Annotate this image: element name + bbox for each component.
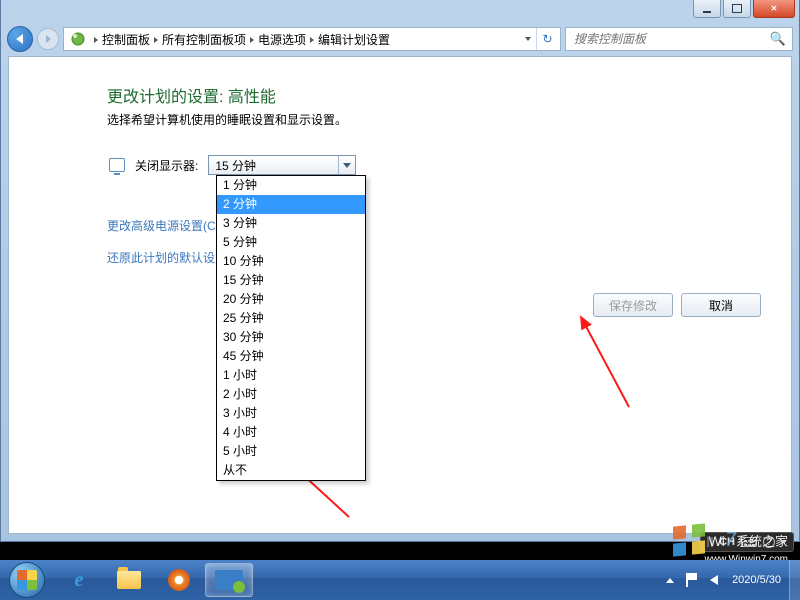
breadcrumb[interactable]: 编辑计划设置 — [318, 31, 390, 48]
turn-off-display-label: 关闭显示器: — [135, 157, 198, 174]
taskbar[interactable]: e 2020/5/30 — [0, 560, 800, 600]
dropdown-option[interactable]: 1 小时 — [217, 366, 365, 385]
navigation-row: 控制面板 所有控制面板项 电源选项 编辑计划设置 — [7, 24, 793, 54]
chevron-down-icon[interactable] — [338, 156, 355, 174]
control-panel-icon — [215, 570, 243, 590]
chevron-up-icon — [666, 578, 674, 583]
forward-button[interactable] — [37, 28, 59, 50]
dropdown-option[interactable]: 5 小时 — [217, 442, 365, 461]
chevron-right-icon[interactable] — [310, 32, 314, 46]
dialog-buttons: 保存修改 取消 — [593, 293, 761, 317]
watermark: Wi7系统之家 — [673, 524, 788, 556]
show-desktop-button[interactable] — [789, 560, 800, 600]
search-input[interactable] — [572, 31, 770, 47]
chevron-right-icon[interactable] — [250, 32, 254, 46]
page-title: 更改计划的设置: 高性能 — [107, 83, 276, 107]
monitor-icon — [109, 158, 125, 172]
watermark-text: Wi7系统之家 — [709, 529, 788, 552]
search-box[interactable] — [565, 27, 793, 51]
taskbar-explorer[interactable] — [105, 563, 153, 597]
dropdown-option[interactable]: 25 分钟 — [217, 309, 365, 328]
taskbar-media-player[interactable] — [155, 563, 203, 597]
tray-volume-icon[interactable] — [704, 560, 724, 600]
address-dropdown-button[interactable] — [520, 28, 536, 50]
back-button[interactable] — [7, 26, 33, 52]
breadcrumb[interactable]: 电源选项 — [258, 31, 306, 48]
dropdown-option[interactable]: 5 分钟 — [217, 233, 365, 252]
close-button[interactable] — [753, 0, 795, 18]
tray-date: 2020/5/30 — [732, 574, 781, 587]
advanced-power-settings-link[interactable]: 更改高级电源设置(C) — [107, 217, 220, 234]
turn-off-display-dropdown-list[interactable]: 1 分钟2 分钟3 分钟5 分钟10 分钟15 分钟20 分钟25 分钟30 分… — [216, 175, 366, 481]
breadcrumb[interactable]: 控制面板 — [102, 31, 150, 48]
tray-expand-button[interactable] — [660, 560, 680, 600]
dropdown-option[interactable]: 3 分钟 — [217, 214, 365, 233]
minimize-button[interactable] — [693, 0, 721, 18]
content-pane: 更改计划的设置: 高性能 选择希望计算机使用的睡眠设置和显示设置。 关闭显示器:… — [8, 56, 792, 534]
turn-off-display-row: 关闭显示器: 15 分钟 — [109, 155, 356, 175]
media-player-icon — [168, 569, 190, 591]
chevron-right-icon[interactable] — [154, 32, 158, 46]
cancel-button[interactable]: 取消 — [681, 293, 761, 317]
page-subtitle: 选择希望计算机使用的睡眠设置和显示设置。 — [107, 111, 347, 128]
address-bar[interactable]: 控制面板 所有控制面板项 电源选项 编辑计划设置 — [63, 27, 561, 51]
dropdown-option[interactable]: 2 分钟 — [217, 195, 365, 214]
dropdown-option[interactable]: 30 分钟 — [217, 328, 365, 347]
windows-flag-icon — [673, 524, 705, 556]
dropdown-option[interactable]: 从不 — [217, 461, 365, 480]
folder-icon — [117, 571, 141, 589]
dropdown-option[interactable]: 20 分钟 — [217, 290, 365, 309]
control-panel-icon — [70, 31, 86, 47]
start-button[interactable] — [0, 560, 54, 600]
window-title-buttons — [691, 0, 795, 18]
speaker-icon — [710, 575, 718, 585]
maximize-button[interactable] — [723, 0, 751, 18]
save-button[interactable]: 保存修改 — [593, 293, 673, 317]
dropdown-option[interactable]: 2 小时 — [217, 385, 365, 404]
dropdown-option[interactable]: 45 分钟 — [217, 347, 365, 366]
dropdown-option[interactable]: 1 分钟 — [217, 176, 365, 195]
flag-icon — [686, 573, 698, 587]
explorer-window: 控制面板 所有控制面板项 电源选项 编辑计划设置 更改计划的设置: 高性能 选择… — [0, 0, 800, 542]
ie-icon: e — [75, 569, 84, 592]
system-tray: 2020/5/30 — [660, 560, 800, 600]
dropdown-option[interactable]: 4 小时 — [217, 423, 365, 442]
dropdown-option[interactable]: 3 小时 — [217, 404, 365, 423]
annotation-arrow — [569, 307, 649, 417]
search-icon[interactable] — [770, 31, 786, 47]
combo-value: 15 分钟 — [215, 157, 256, 174]
chevron-right-icon[interactable] — [94, 32, 98, 46]
turn-off-display-combo[interactable]: 15 分钟 — [208, 155, 356, 175]
taskbar-ie[interactable]: e — [55, 563, 103, 597]
taskbar-control-panel[interactable] — [205, 563, 253, 597]
refresh-button[interactable] — [536, 28, 558, 50]
breadcrumb[interactable]: 所有控制面板项 — [162, 31, 246, 48]
tray-action-center-icon[interactable] — [680, 560, 704, 600]
dropdown-option[interactable]: 10 分钟 — [217, 252, 365, 271]
dropdown-option[interactable]: 15 分钟 — [217, 271, 365, 290]
tray-clock[interactable]: 2020/5/30 — [724, 574, 789, 587]
